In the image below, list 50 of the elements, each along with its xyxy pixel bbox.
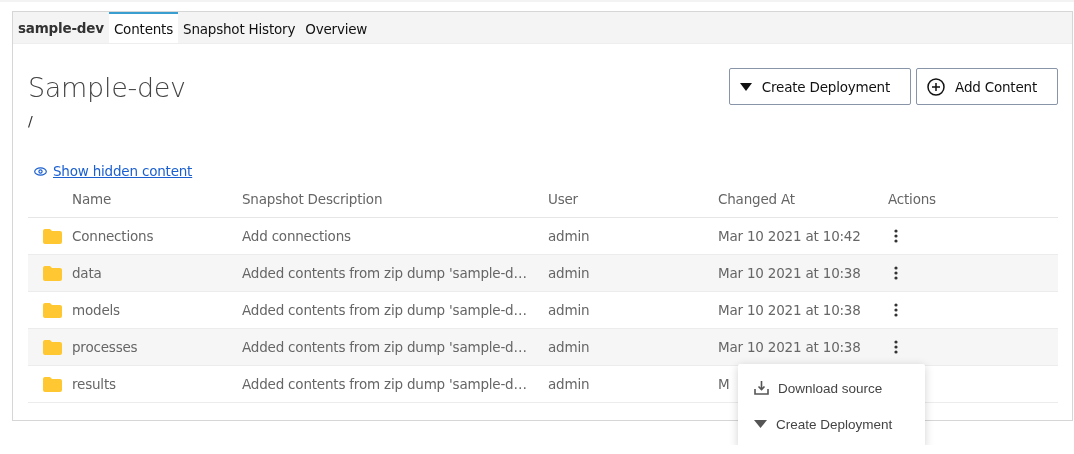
menu-item[interactable]: Create Deployment [738, 406, 925, 442]
folder-name[interactable]: models [72, 302, 242, 318]
tab[interactable]: Snapshot History [178, 12, 301, 43]
kebab-icon [894, 266, 898, 280]
table-cell-text: Add connections [242, 228, 352, 244]
table-cell: Mar 10 2021 at 10:42 [718, 228, 861, 244]
table-cell-text: admin [547, 338, 591, 357]
tab[interactable]: Overview [300, 12, 373, 43]
table-cell-text: Added contents from zip dump 'sample-d… [242, 376, 528, 392]
folder-name[interactable]: Connections [72, 228, 242, 244]
table-cell-text: Added contents from zip dump 'sample-d… [242, 339, 528, 355]
folder-icon [42, 265, 62, 281]
caret-down-icon [739, 82, 752, 91]
kebab-icon [894, 340, 898, 354]
folder-icon [42, 228, 62, 244]
column-header: Actions [888, 191, 937, 207]
table-cell: Mar 10 2021 at 10:38 [718, 339, 861, 355]
caret-down-icon [754, 420, 767, 428]
page-title: Sample-dev [28, 72, 186, 103]
create-deployment-button[interactable]: Create Deployment [728, 68, 912, 105]
menu-item[interactable]: Download source [738, 370, 925, 406]
breadcrumb-link[interactable]: sample-dev [13, 12, 109, 43]
column-header: Name [72, 191, 113, 207]
table-cell: Mar 10 2021 at 10:38 [718, 302, 861, 318]
table-cell: Mar 10 2021 at 10:38 [718, 265, 861, 281]
kebab-icon [894, 229, 898, 243]
table-cell-text: Added contents from zip dump 'sample-d… [242, 302, 528, 318]
table-cell-text: admin [547, 227, 591, 246]
table-cell-text: admin [547, 264, 591, 283]
folder-icon [42, 339, 62, 355]
download-icon [754, 381, 769, 395]
show-hidden-link[interactable]: Show hidden content [53, 163, 193, 179]
folder-icon [42, 376, 62, 392]
column-header: User [548, 191, 579, 207]
kebab-icon [894, 303, 898, 317]
folder-icon [42, 302, 62, 318]
column-header: Changed At [718, 191, 796, 207]
table-cell-text: admin [547, 301, 591, 320]
folder-name[interactable]: data [72, 265, 242, 281]
column-header: Snapshot Description [242, 191, 384, 207]
tab[interactable]: Contents [108, 12, 178, 43]
table-cell: M [718, 376, 730, 392]
folder-name[interactable]: processes [72, 339, 242, 355]
table-cell-text: admin [547, 375, 591, 394]
folder-path: / [28, 113, 34, 129]
table-cell-text: Added contents from zip dump 'sample-d… [242, 265, 528, 281]
eye-icon [34, 166, 47, 176]
add-content-button[interactable]: Add Content [916, 68, 1058, 105]
folder-name[interactable]: results [72, 376, 242, 392]
plus-circle-icon [927, 77, 946, 96]
